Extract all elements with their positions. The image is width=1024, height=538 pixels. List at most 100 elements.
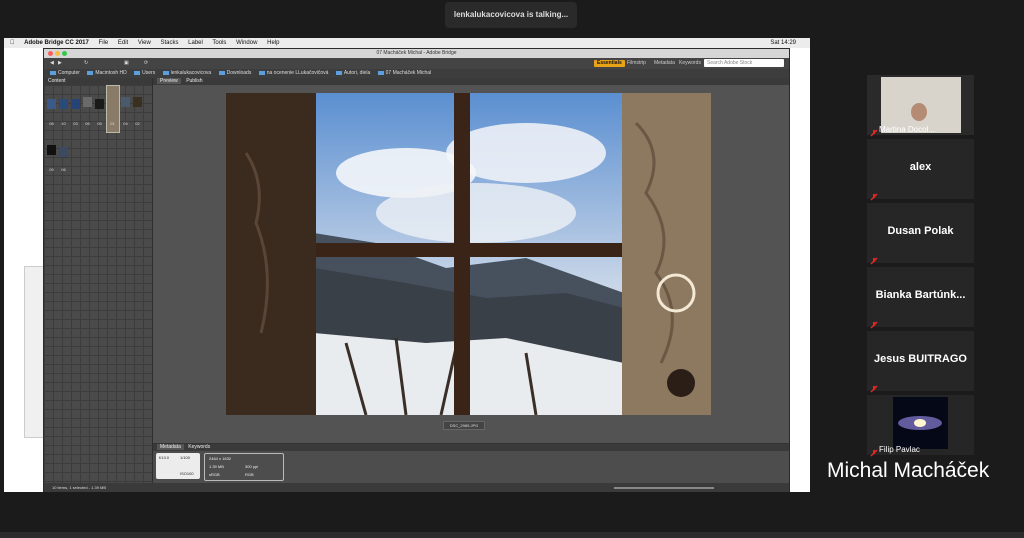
preview-filename: DSC_2989.JPG [443,421,485,430]
folder-icon [335,70,342,75]
thumbnail-caption: 02 [135,121,140,126]
thumbnail[interactable] [95,99,104,109]
participant-tile[interactable]: Dusan Polak [867,203,974,265]
preview-panel: DSC_2989.JPG [153,85,789,443]
workspace-metadata[interactable]: Metadata [651,60,678,67]
resolution-value: 300 ppi [245,464,259,469]
thumbnail[interactable] [59,99,68,109]
menu-view[interactable]: View [138,40,151,46]
folder-icon [50,70,56,75]
participant-tile[interactable]: Bianka Bartúnk... [867,267,974,329]
refine-icon[interactable]: ⟳ [144,60,148,67]
menu-label[interactable]: Label [188,40,203,46]
path-computer[interactable]: Computer [50,70,80,76]
participant-name: Jesus BUITRAGO [874,353,967,365]
workspace-filmstrip[interactable]: Filmstrip [624,60,649,67]
folder-icon [134,70,141,75]
participant-name: Filip Pavlac [879,445,920,454]
participant-name: Martina Docol... [879,125,936,134]
preview-image [226,93,711,415]
tab-publish[interactable]: Publish [186,78,202,84]
path-user[interactable]: lenkalukacovicova [162,70,211,76]
bridge-titlebar: 07 Macháček Michal - Adobe Bridge [44,49,789,58]
path-downloads[interactable]: Downloads [218,70,251,76]
thumbnail[interactable] [47,145,56,155]
muted-mic-icon [870,188,878,201]
thumbnail-caption: 08 [49,121,54,126]
thumbnail-caption: 05 [97,121,102,126]
tab-preview[interactable]: Preview [157,78,181,84]
menu-help[interactable]: Help [267,40,279,46]
thumbnail[interactable] [121,97,130,107]
app-menu[interactable]: Adobe Bridge CC 2017 [24,40,89,46]
folder-icon [162,70,169,75]
participant-name: alex [909,161,932,173]
rotate-icon[interactable]: ↻ [84,60,88,67]
folder-icon [377,70,384,75]
shutter-value: 1/100 [180,455,191,460]
status-bar: 10 items, 1 selected - 1.39 MB [44,483,789,492]
workspace-essentials[interactable]: Essentials [594,60,625,67]
mac-menubar:  Adobe Bridge CC 2017 File Edit View St… [4,38,810,48]
path-autori[interactable]: Autori, diela [335,70,370,76]
content-tab[interactable]: Content [44,78,152,85]
thumbnail[interactable] [71,99,80,109]
galaxy-avatar [893,397,948,449]
back-icon[interactable]: ◀ [50,60,54,67]
menu-window[interactable]: Window [236,40,257,46]
apple-icon[interactable]:  [10,40,15,46]
menu-stacks[interactable]: Stacks [160,40,178,46]
path-macintosh-hd[interactable]: Macintosh HD [87,70,127,76]
path-current[interactable]: 07 Macháček Michal [377,70,431,76]
participant-tile-video[interactable]: Filip Pavlac [867,395,974,457]
file-data-box: 2464 x 1632 1.39 MB 300 ppi sRGB RGB [204,453,284,481]
menubar-clock: Sat 14:29 [770,40,796,46]
menu-file[interactable]: File [99,40,109,46]
search-field[interactable]: Search Adobe Stock [704,59,784,67]
thumbnail[interactable] [83,97,92,107]
participant-tile-video[interactable]: Martina Docol... [867,75,974,137]
forward-icon[interactable]: ▶ [58,60,62,67]
path-users[interactable]: Users [134,70,155,76]
path-ocenenie[interactable]: na ocenenie LLukačovičová [258,70,328,76]
folder-icon [258,70,265,75]
thumbnail[interactable] [47,99,56,109]
shared-screen:  Adobe Bridge CC 2017 File Edit View St… [4,38,810,492]
status-text: 10 items, 1 selected - 1.39 MB [52,485,107,490]
thumbnail-caption: 10 [61,121,66,126]
folder-icon [87,70,94,75]
thumbnail-size-slider[interactable] [614,487,714,489]
tab-metadata[interactable]: Metadata [157,444,184,450]
thumbnail-caption: 06 [61,167,66,172]
meeting-controls-bar [0,532,1024,538]
participant-name: Bianka Bartúnk... [875,289,966,301]
tab-keywords[interactable]: Keywords [188,444,210,450]
menu-edit[interactable]: Edit [118,40,128,46]
thumbnail[interactable] [59,147,68,157]
bridge-window: 07 Macháček Michal - Adobe Bridge ◀ ▶ ↻ … [43,48,790,492]
iso-value: ISO100 [180,471,194,476]
dimensions-value: 2464 x 1632 [209,456,232,461]
menu-tools[interactable]: Tools [212,40,226,46]
thumbnail-grid: 08 10 03 06 05 01 04 02 09 06 [44,85,152,490]
color-space-value: sRGB [209,472,220,477]
muted-mic-icon [870,124,878,137]
muted-mic-icon [870,444,878,457]
filesize-value: 1.39 MB [209,464,224,469]
talking-indicator: lenkalukacovicova is talking... [445,2,577,28]
path-bar: Computer Macintosh HD Users lenkalukacov… [44,69,789,78]
workspace-keywords[interactable]: Keywords [676,60,704,67]
participant-tile[interactable]: alex [867,139,974,201]
thumbnail-caption: 09 [49,167,54,172]
aperture-value: f/13.0 [159,455,170,460]
camera-icon[interactable]: ▣ [124,60,129,67]
metadata-panel: Metadata Keywords f/13.0 1/100 ISO100 24… [153,443,789,484]
muted-mic-icon [870,316,878,329]
participant-tile[interactable]: Jesus BUITRAGO [867,331,974,393]
preview-tabs: Preview Publish [153,78,789,85]
participant-name: Dusan Polak [887,225,954,237]
thumbnail-caption: 06 [85,121,90,126]
window-title: 07 Macháček Michal - Adobe Bridge [376,50,457,56]
thumbnail[interactable] [133,97,142,107]
thumbnail-caption: 01 [110,121,115,126]
